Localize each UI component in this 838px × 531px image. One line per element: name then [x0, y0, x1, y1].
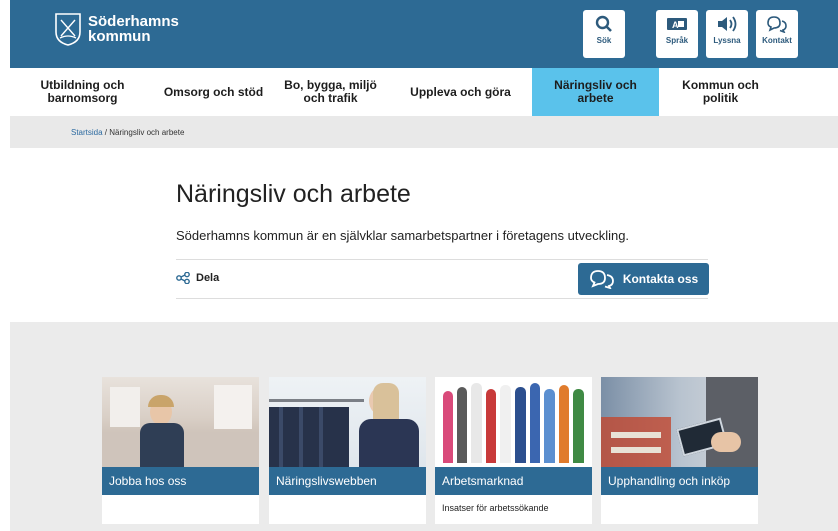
page-title: Näringsliv och arbete	[176, 180, 411, 208]
listen-label: Lyssna	[713, 36, 741, 45]
card-subtitle	[601, 495, 758, 511]
logo-text[interactable]: Söderhamns kommun	[88, 14, 179, 44]
contact-tool-button[interactable]: Kontakt	[756, 10, 798, 58]
card-upphandling[interactable]: Upphandling och inköp	[601, 377, 758, 524]
card-naringslivswebben[interactable]: Näringslivswebben	[269, 377, 426, 524]
site-header: Söderhamns kommun Sök A Språk Lyssna Kon…	[10, 0, 838, 68]
language-icon: A	[665, 14, 689, 34]
contact-tool-label: Kontakt	[762, 36, 792, 45]
nav-item-education[interactable]: Utbildning och barnomsorg	[10, 68, 155, 116]
chat-icon	[765, 14, 789, 34]
card-title: Jobba hos oss	[102, 467, 259, 495]
card-arbetsmarknad[interactable]: Arbetsmarknad Insatser för arbetssökande	[435, 377, 592, 524]
card-subtitle	[102, 495, 259, 511]
breadcrumb-bar: Startsida / Näringsliv och arbete	[10, 116, 838, 148]
card-image	[102, 377, 259, 467]
contact-us-button[interactable]: Kontakta oss	[578, 263, 709, 295]
share-button[interactable]: Dela	[176, 272, 219, 284]
nav-item-housing[interactable]: Bo, bygga, miljö och trafik	[272, 68, 389, 116]
language-label: Språk	[665, 36, 689, 45]
listen-button[interactable]: Lyssna	[706, 10, 748, 58]
breadcrumb-current: Näringsliv och arbete	[109, 128, 185, 137]
contact-us-label: Kontakta oss	[622, 272, 699, 286]
card-image	[601, 377, 758, 467]
main-navigation: Utbildning och barnomsorg Omsorg och stö…	[10, 68, 838, 116]
search-icon	[592, 14, 616, 34]
share-icon	[176, 272, 190, 284]
divider	[176, 259, 708, 260]
card-image	[435, 377, 592, 467]
nav-item-business[interactable]: Näringsliv och arbete	[532, 68, 659, 116]
breadcrumb: Startsida / Näringsliv och arbete	[71, 128, 184, 137]
card-subtitle: Insatser för arbetssökande	[442, 503, 549, 513]
card-title: Upphandling och inköp	[601, 467, 758, 495]
card-image	[269, 377, 426, 467]
share-label: Dela	[196, 272, 220, 284]
page-intro: Söderhamns kommun är en självklar samarb…	[176, 228, 630, 243]
chat-icon	[589, 270, 614, 289]
breadcrumb-home-link[interactable]: Startsida	[71, 128, 103, 137]
nav-item-experience[interactable]: Uppleva och göra	[389, 68, 532, 116]
card-title: Näringslivswebben	[269, 467, 426, 495]
card-jobba-hos-oss[interactable]: Jobba hos oss	[102, 377, 259, 524]
nav-item-politics[interactable]: Kommun och politik	[659, 68, 782, 116]
nav-item-care[interactable]: Omsorg och stöd	[155, 68, 272, 116]
logo-line-1: Söderhamns	[88, 13, 179, 30]
card-title: Arbetsmarknad	[435, 467, 592, 495]
search-label: Sök	[596, 36, 612, 45]
speaker-icon	[715, 14, 739, 34]
search-button[interactable]: Sök	[583, 10, 625, 58]
svg-text:A: A	[672, 20, 679, 30]
language-button[interactable]: A Språk	[656, 10, 698, 58]
card-subtitle	[269, 495, 426, 511]
logo-line-2: kommun	[88, 28, 151, 45]
municipality-logo[interactable]	[54, 12, 82, 46]
divider	[176, 298, 708, 299]
